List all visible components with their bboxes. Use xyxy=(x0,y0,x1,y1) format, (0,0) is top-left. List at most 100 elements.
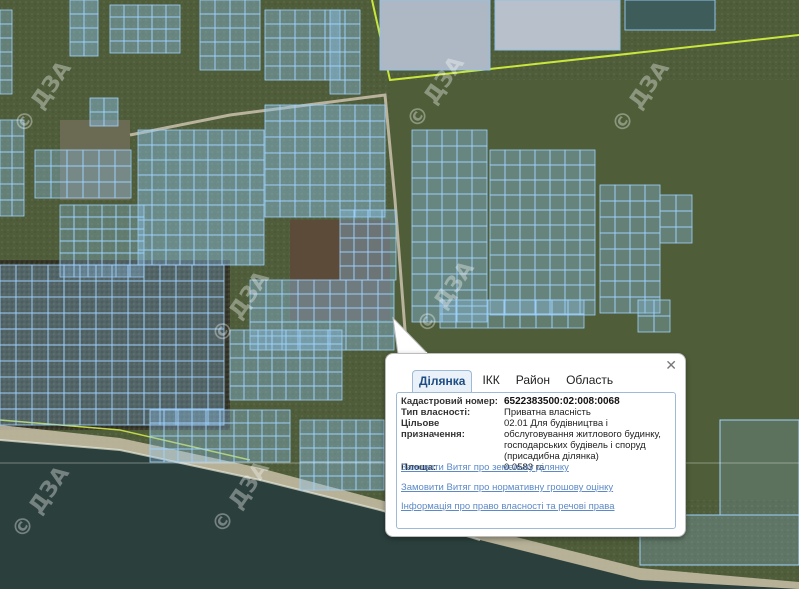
parcel[interactable] xyxy=(50,149,68,167)
order-valuation-extract-link[interactable]: Замовити Витяг про нормативну грошову оц… xyxy=(401,482,613,493)
parcel[interactable] xyxy=(426,225,443,243)
parcel[interactable] xyxy=(179,234,195,251)
parcel[interactable] xyxy=(355,475,371,491)
parcel[interactable] xyxy=(579,194,596,211)
parcel[interactable] xyxy=(235,129,251,146)
parcel[interactable] xyxy=(339,265,355,281)
parcel[interactable] xyxy=(489,254,506,271)
parcel[interactable] xyxy=(177,435,193,450)
parcel[interactable] xyxy=(249,204,265,221)
parcel[interactable] xyxy=(109,16,125,30)
parcel[interactable] xyxy=(279,51,296,67)
parcel[interactable] xyxy=(47,344,65,362)
parcel[interactable] xyxy=(411,177,428,195)
parcel[interactable] xyxy=(564,149,581,166)
parcel[interactable] xyxy=(456,209,473,227)
parcel[interactable] xyxy=(151,4,167,18)
parcel[interactable] xyxy=(441,257,458,275)
parcel[interactable] xyxy=(66,181,84,199)
parcel[interactable] xyxy=(15,360,33,378)
parcel[interactable] xyxy=(193,189,209,206)
parcel[interactable] xyxy=(175,280,193,298)
parcel[interactable] xyxy=(151,40,167,54)
parcel[interactable] xyxy=(221,189,237,206)
parcel[interactable] xyxy=(34,149,52,167)
parcel[interactable] xyxy=(339,136,356,154)
parcel[interactable] xyxy=(564,239,581,256)
parcel[interactable] xyxy=(221,144,237,161)
parcel[interactable] xyxy=(31,344,49,362)
parcel[interactable] xyxy=(127,312,145,330)
parcel[interactable] xyxy=(519,179,536,196)
parcel[interactable] xyxy=(441,273,458,291)
parcel[interactable] xyxy=(229,329,245,345)
parcel[interactable] xyxy=(73,252,89,266)
parcel[interactable] xyxy=(151,219,167,236)
parcel[interactable] xyxy=(353,223,369,239)
parcel[interactable] xyxy=(579,284,596,301)
parcel[interactable] xyxy=(193,174,209,191)
parcel[interactable] xyxy=(191,296,209,314)
parcel[interactable] xyxy=(324,120,341,138)
parcel[interactable] xyxy=(11,199,25,217)
parcel[interactable] xyxy=(313,307,331,323)
parcel[interactable] xyxy=(534,149,551,166)
parcel[interactable] xyxy=(179,174,195,191)
parcel[interactable] xyxy=(264,120,281,138)
parcel[interactable] xyxy=(98,149,116,167)
parcel[interactable] xyxy=(109,28,125,42)
parcel[interactable] xyxy=(519,209,536,226)
parcel[interactable] xyxy=(47,264,65,282)
parcel[interactable] xyxy=(644,184,661,202)
parcel[interactable] xyxy=(519,254,536,271)
parcel[interactable] xyxy=(95,296,113,314)
parcel[interactable] xyxy=(345,335,363,351)
parcel[interactable] xyxy=(644,264,661,282)
parcel[interactable] xyxy=(489,194,506,211)
parcel[interactable] xyxy=(441,177,458,195)
parcel[interactable] xyxy=(207,328,225,346)
parcel[interactable] xyxy=(456,129,473,147)
parcel[interactable] xyxy=(249,249,265,266)
parcel[interactable] xyxy=(294,23,311,39)
parcel[interactable] xyxy=(159,280,177,298)
parcel[interactable] xyxy=(441,145,458,163)
parcel[interactable] xyxy=(294,152,311,170)
parcel[interactable] xyxy=(309,184,326,202)
parcel[interactable] xyxy=(205,409,221,424)
parcel[interactable] xyxy=(111,312,129,330)
parcel[interactable] xyxy=(87,252,103,266)
parcel[interactable] xyxy=(294,136,311,154)
parcel[interactable] xyxy=(653,315,671,333)
parcel[interactable] xyxy=(199,41,216,57)
parcel[interactable] xyxy=(354,104,371,122)
parcel[interactable] xyxy=(34,181,52,199)
parcel[interactable] xyxy=(519,284,536,301)
parcel[interactable] xyxy=(221,219,237,236)
parcel[interactable] xyxy=(309,168,326,186)
parcel[interactable] xyxy=(381,209,397,225)
parcel[interactable] xyxy=(257,371,273,387)
parcel[interactable] xyxy=(281,279,299,295)
parcel[interactable] xyxy=(339,120,356,138)
parcel[interactable] xyxy=(519,224,536,241)
parcel[interactable] xyxy=(143,344,161,362)
parcel[interactable] xyxy=(361,321,379,337)
parcel[interactable] xyxy=(675,226,693,244)
parcel[interactable] xyxy=(549,284,566,301)
parcel[interactable] xyxy=(313,433,329,449)
parcel[interactable] xyxy=(629,216,646,234)
parcel[interactable] xyxy=(549,194,566,211)
parcel[interactable] xyxy=(143,264,161,282)
parcel[interactable] xyxy=(193,159,209,176)
parcel[interactable] xyxy=(229,0,246,15)
parcel[interactable] xyxy=(367,251,383,267)
parcel[interactable] xyxy=(297,307,315,323)
parcel[interactable] xyxy=(519,269,536,286)
parcel[interactable] xyxy=(0,119,13,137)
parcel[interactable] xyxy=(264,168,281,186)
parcel[interactable] xyxy=(549,254,566,271)
parcel[interactable] xyxy=(294,9,311,25)
parcel[interactable] xyxy=(354,168,371,186)
parcel[interactable] xyxy=(644,216,661,234)
